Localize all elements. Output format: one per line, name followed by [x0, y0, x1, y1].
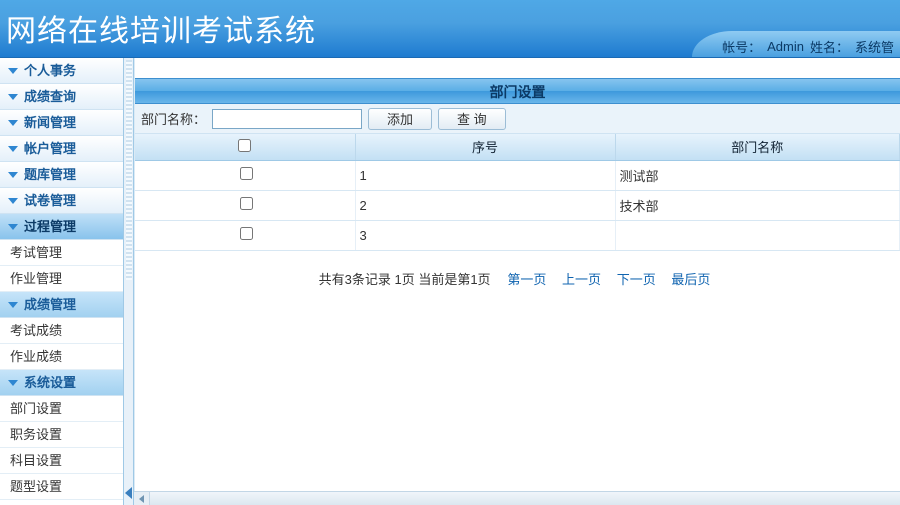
sidebar-item-department[interactable]: 部门设置 [0, 396, 123, 422]
main-content: 部门设置 部门名称： 添加 查 询 序号 部门名称 1 [134, 58, 900, 505]
filter-bar: 部门名称： 添加 查 询 [135, 104, 900, 134]
pager-prev[interactable]: 上一页 [562, 272, 601, 287]
department-name-input[interactable] [212, 109, 362, 129]
pager: 共有3条记录 1页 当前是第1页 第一页 上一页 下一页 最后页 [135, 269, 900, 288]
sidebar-group-label: 帐户管理 [24, 136, 76, 162]
sidebar-group-system[interactable]: 系统设置 [0, 370, 123, 396]
select-all-checkbox[interactable] [238, 139, 251, 152]
pager-summary: 共有3条记录 1页 当前是第1页 [319, 272, 491, 287]
sidebar: 个人事务 成绩查询 新闻管理 帐户管理 题库管理 试卷管理 过程管理 考试管理 … [0, 58, 124, 505]
sidebar-group-process[interactable]: 过程管理 [0, 214, 123, 240]
department-table: 序号 部门名称 1 测试部 2 技术部 3 [135, 134, 900, 251]
cell-name: 技术部 [615, 190, 900, 220]
filter-label: 部门名称： [141, 109, 206, 128]
app-title: 网络在线培训考试系统 [6, 6, 316, 50]
chevron-down-icon [8, 302, 18, 308]
cell-index: 3 [355, 220, 615, 250]
col-header-name: 部门名称 [615, 134, 900, 160]
row-checkbox[interactable] [240, 197, 253, 210]
page-title: 部门设置 [135, 78, 900, 104]
account-value: Admin [767, 39, 804, 54]
sidebar-group-label: 系统设置 [24, 370, 76, 396]
name-value: 系统管 [855, 37, 894, 56]
sidebar-group-label: 成绩管理 [24, 292, 76, 318]
sidebar-group-score-query[interactable]: 成绩查询 [0, 84, 123, 110]
sidebar-group-label: 新闻管理 [24, 110, 76, 136]
table-header-row: 序号 部门名称 [135, 134, 900, 160]
sidebar-group-label: 题库管理 [24, 162, 76, 188]
sidebar-group-paper[interactable]: 试卷管理 [0, 188, 123, 214]
sidebar-item-subject[interactable]: 科目设置 [0, 448, 123, 474]
sidebar-item-homework-score[interactable]: 作业成绩 [0, 344, 123, 370]
sidebar-item-position[interactable]: 职务设置 [0, 422, 123, 448]
chevron-down-icon [8, 120, 18, 126]
sidebar-group-question-bank[interactable]: 题库管理 [0, 162, 123, 188]
collapse-left-icon[interactable] [125, 487, 132, 499]
splitter-handle[interactable] [126, 60, 132, 280]
sidebar-group-account[interactable]: 帐户管理 [0, 136, 123, 162]
splitter[interactable] [124, 58, 134, 505]
scroll-left-button[interactable] [134, 492, 150, 505]
sidebar-group-news[interactable]: 新闻管理 [0, 110, 123, 136]
table-row: 2 技术部 [135, 190, 900, 220]
chevron-down-icon [8, 146, 18, 152]
cell-index: 2 [355, 190, 615, 220]
pager-next[interactable]: 下一页 [617, 272, 656, 287]
user-info-tab: 帐号： Admin 姓名： 系统管 [692, 31, 900, 57]
col-header-check [135, 134, 355, 160]
sidebar-group-label: 个人事务 [24, 58, 76, 84]
chevron-down-icon [8, 224, 18, 230]
sidebar-item-exam-manage[interactable]: 考试管理 [0, 240, 123, 266]
cell-name: 测试部 [615, 160, 900, 190]
chevron-down-icon [8, 172, 18, 178]
pager-last[interactable]: 最后页 [671, 272, 710, 287]
col-header-index: 序号 [355, 134, 615, 160]
sidebar-group-label: 过程管理 [24, 214, 76, 240]
pager-first[interactable]: 第一页 [507, 272, 546, 287]
top-banner: 网络在线培训考试系统 帐号： Admin 姓名： 系统管 [0, 0, 900, 58]
cell-name [615, 220, 900, 250]
table-row: 1 测试部 [135, 160, 900, 190]
chevron-down-icon [8, 94, 18, 100]
chevron-down-icon [8, 68, 18, 74]
cell-index: 1 [355, 160, 615, 190]
sidebar-group-personal[interactable]: 个人事务 [0, 58, 123, 84]
sidebar-group-score-manage[interactable]: 成绩管理 [0, 292, 123, 318]
add-button[interactable]: 添加 [368, 108, 432, 130]
spacer [135, 58, 900, 78]
sidebar-item-question-type[interactable]: 题型设置 [0, 474, 123, 500]
horizontal-scrollbar[interactable] [134, 491, 900, 505]
sidebar-group-label: 成绩查询 [24, 84, 76, 110]
chevron-down-icon [8, 198, 18, 204]
name-label: 姓名： [810, 37, 849, 56]
row-checkbox[interactable] [240, 227, 253, 240]
sidebar-item-homework-manage[interactable]: 作业管理 [0, 266, 123, 292]
search-button[interactable]: 查 询 [438, 108, 506, 130]
sidebar-group-label: 试卷管理 [24, 188, 76, 214]
row-checkbox[interactable] [240, 167, 253, 180]
chevron-down-icon [8, 380, 18, 386]
account-label: 帐号： [722, 37, 761, 56]
sidebar-item-exam-score[interactable]: 考试成绩 [0, 318, 123, 344]
table-row: 3 [135, 220, 900, 250]
